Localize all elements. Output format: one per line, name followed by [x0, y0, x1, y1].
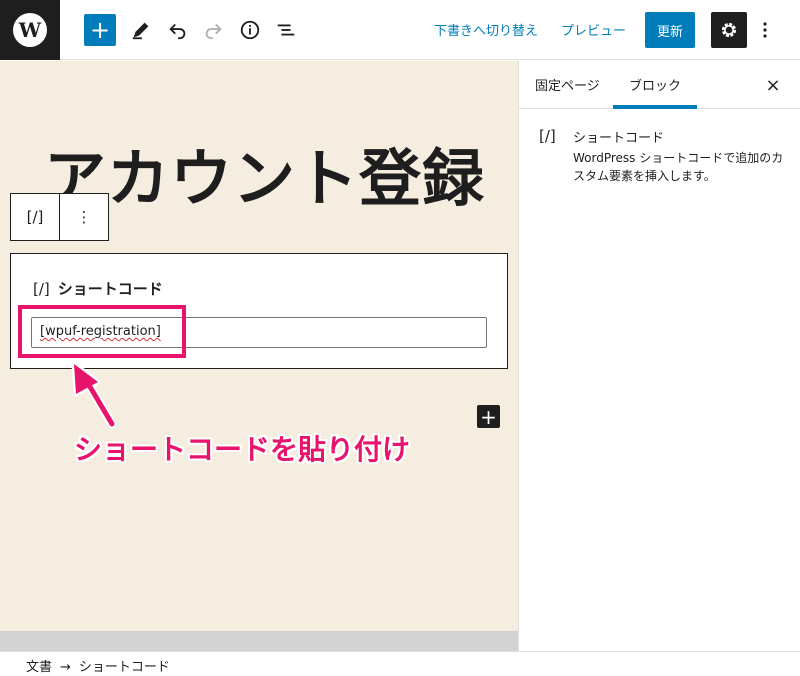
redo-icon[interactable]	[198, 15, 228, 45]
block-breadcrumb-bar: 文書 → ショートコード	[0, 651, 800, 676]
tab-block[interactable]: ブロック	[629, 75, 681, 94]
gear-icon[interactable]	[711, 12, 747, 48]
breadcrumb-item-document[interactable]: 文書	[26, 660, 52, 675]
active-tab-indicator	[613, 105, 697, 109]
page-title[interactable]: アカウント登録	[44, 128, 485, 218]
add-block-button[interactable]: +	[84, 14, 116, 46]
list-view-icon[interactable]	[271, 15, 301, 45]
breadcrumb: 文書 → ショートコード	[26, 656, 170, 675]
shortcode-icon: [/]	[33, 280, 50, 298]
block-toolbar: [/] ⋮	[10, 193, 109, 241]
sidebar-tabs: 固定ページ ブロック ×	[519, 61, 800, 109]
info-icon[interactable]	[235, 15, 265, 45]
annotation-highlight-box	[18, 305, 186, 358]
breadcrumb-separator: →	[60, 660, 71, 675]
block-inserter-button[interactable]: +	[477, 405, 500, 428]
settings-sidebar: 固定ページ ブロック × [/] ショートコード WordPress ショートコ…	[518, 61, 800, 651]
update-button[interactable]: 更新	[645, 12, 695, 48]
block-card-title: ショートコード	[573, 131, 665, 146]
preview-button[interactable]: プレビュー	[561, 20, 626, 39]
tab-page[interactable]: 固定ページ	[535, 75, 600, 94]
shortcode-icon: [/]	[539, 127, 556, 145]
block-options-button[interactable]: ⋮	[60, 194, 108, 240]
pencil-icon[interactable]	[126, 15, 156, 45]
close-icon[interactable]: ×	[763, 75, 783, 96]
shortcode-block-label: ショートコード	[57, 280, 163, 298]
canvas-bottom-strip	[0, 631, 518, 651]
shortcode-block-header: [/] ショートコード	[33, 278, 163, 299]
switch-to-draft-button[interactable]: 下書きへ切り替え	[434, 20, 538, 39]
undo-icon[interactable]	[163, 15, 193, 45]
annotation-arrow-icon	[71, 361, 117, 429]
annotation-text: ショートコードを貼り付け	[74, 433, 411, 466]
more-vertical-icon[interactable]	[757, 16, 773, 44]
block-type-button[interactable]: [/]	[11, 194, 60, 240]
block-card-description: WordPress ショートコードで追加のカスタム要素を挿入します。	[573, 151, 784, 183]
breadcrumb-item-shortcode[interactable]: ショートコード	[79, 660, 170, 675]
wordpress-logo-icon[interactable]: W	[0, 0, 60, 60]
editor-header: W + 下書きへ切り替え プレビュー 更新	[0, 0, 800, 60]
